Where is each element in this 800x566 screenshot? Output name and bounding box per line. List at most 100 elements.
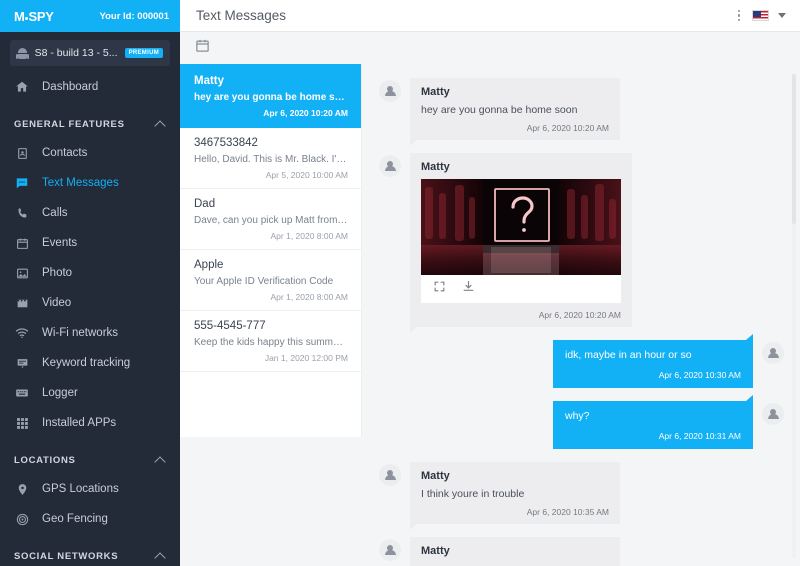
sidebar-item-label: Calls [42,207,68,219]
sidebar: S8 - build 13 - 5.... PREMIUM Dashboard … [0,32,180,566]
sidebar-item-video[interactable]: Video [0,288,180,318]
thread-preview: hey are you gonna be home soon [194,92,348,103]
thread-preview: Hello, David. This is Mr. Black. I've no… [194,154,348,165]
chevron-down-icon[interactable] [778,13,786,18]
user-avatar-icon [762,342,784,364]
user-avatar-icon [379,464,401,486]
scrollbar-thumb[interactable] [792,74,796,224]
calendar-icon[interactable] [195,38,210,58]
list-item[interactable]: Dad Dave, can you pick up Matt from scho… [180,189,361,250]
sidebar-item-keyword-tracking[interactable]: Keyword tracking [0,348,180,378]
premium-badge: PREMIUM [125,48,163,58]
content-toolbar [180,32,800,64]
list-item[interactable]: 3467533842 Hello, David. This is Mr. Bla… [180,128,361,189]
message-bubble-incoming[interactable]: Matty hey are you gonna be home soon Apr… [410,78,620,140]
map-pin-icon [14,481,30,497]
thread-time: Apr 1, 2020 8:00 AM [194,231,348,241]
sidebar-item-dashboard[interactable]: Dashboard [0,72,180,102]
chevron-up-icon[interactable] [154,552,165,563]
user-avatar-icon [379,80,401,102]
chevron-up-icon[interactable] [154,120,165,131]
wifi-icon [14,325,30,341]
page-title: Text Messages [196,8,286,23]
thread-preview: Your Apple ID Verification Code [194,276,348,287]
sidebar-item-label: Logger [42,387,78,399]
title-bar: Text Messages [180,0,800,32]
contacts-icon [14,145,30,161]
message-time: Apr 6, 2020 10:30 AM [565,370,741,380]
message-time: Apr 6, 2020 10:31 AM [565,431,741,441]
sidebar-item-logger[interactable]: Logger [0,378,180,408]
message-sender: Matty [421,86,609,98]
message-row: Matty [379,537,784,566]
vertical-dots-icon[interactable] [735,8,744,24]
mspy-logo[interactable]: MSPY [14,9,54,24]
sidebar-section-general-features[interactable]: GENERAL FEATURES [0,110,180,138]
message-bubble-outgoing[interactable]: why? Apr 6, 2020 10:31 AM [553,401,753,449]
mspy-app-window: MSPY Your Id: 000001 Text Messages S8 - … [0,0,800,566]
message-bubble-incoming[interactable]: Matty I think youre in trouble Apr 6, 20… [410,462,620,524]
photo-icon [14,265,30,281]
calendar-icon [14,235,30,251]
sidebar-item-label: Photo [42,267,72,279]
message-bubble-incoming-image[interactable]: Matty [410,153,632,327]
logo-text: SPY [29,9,54,24]
thread-name: Apple [194,259,348,271]
download-icon[interactable] [462,280,475,298]
user-avatar-icon [379,539,401,561]
chevron-up-icon[interactable] [154,456,165,467]
logo-dot-icon [25,17,28,20]
thread-list[interactable]: Matty hey are you gonna be home soon Apr… [180,64,362,437]
sidebar-item-label: Installed APPs [42,417,116,429]
thread-name: 3467533842 [194,137,348,149]
sidebar-item-gps-locations[interactable]: GPS Locations [0,474,180,504]
message-sender: Matty [421,161,621,173]
brand-bar: MSPY Your Id: 000001 [0,0,180,32]
message-bubble-incoming[interactable]: Matty [410,537,620,566]
thread-name: Matty [194,75,348,87]
sidebar-item-label: Keyword tracking [42,357,130,369]
thread-time: Apr 6, 2020 10:20 AM [194,108,348,118]
sidebar-item-label: GPS Locations [42,483,119,495]
image-actions [421,275,621,303]
video-icon [14,295,30,311]
message-row: idk, maybe in an hour or so Apr 6, 2020 … [379,340,784,388]
message-image[interactable] [421,179,621,275]
us-flag-icon[interactable] [752,10,769,21]
device-selector[interactable]: S8 - build 13 - 5.... PREMIUM [10,40,170,66]
user-id-label: Your Id: 000001 [99,11,169,22]
message-sender: Matty [421,545,609,557]
device-name-label: S8 - build 13 - 5.... [35,47,118,59]
target-icon [14,511,30,527]
android-icon [17,47,28,59]
keyboard-icon [14,385,30,401]
keyword-icon [14,355,30,371]
message-time: Apr 6, 2020 10:20 AM [421,123,609,133]
message-row: Matty hey are you gonna be home soon Apr… [379,78,784,140]
sidebar-item-wifi-networks[interactable]: Wi-Fi networks [0,318,180,348]
sidebar-item-contacts[interactable]: Contacts [0,138,180,168]
list-item[interactable]: Apple Your Apple ID Verification Code Ap… [180,250,361,311]
top-bar: MSPY Your Id: 000001 Text Messages [0,0,800,32]
list-item[interactable]: Matty hey are you gonna be home soon Apr… [180,64,361,128]
sidebar-item-label: Wi-Fi networks [42,327,118,339]
sidebar-section-social-networks[interactable]: SOCIAL NETWORKS [0,542,180,566]
sidebar-item-label: Text Messages [42,177,119,189]
sidebar-item-photo[interactable]: Photo [0,258,180,288]
sidebar-section-locations[interactable]: LOCATIONS [0,446,180,474]
chat-panel[interactable]: Matty hey are you gonna be home soon Apr… [363,64,800,566]
message-icon [14,175,30,191]
chat-scrollbar[interactable] [792,74,796,558]
list-item[interactable]: 555-4545-777 Keep the kids happy this su… [180,311,361,372]
sidebar-item-text-messages[interactable]: Text Messages [0,168,180,198]
thread-preview: Dave, can you pick up Matt from schoo... [194,215,348,226]
message-bubble-outgoing[interactable]: idk, maybe in an hour or so Apr 6, 2020 … [553,340,753,388]
sidebar-item-geo-fencing[interactable]: Geo Fencing [0,504,180,534]
home-icon [14,79,30,95]
sidebar-item-installed-apps[interactable]: Installed APPs [0,408,180,438]
message-text: idk, maybe in an hour or so [565,349,741,361]
sidebar-item-calls[interactable]: Calls [0,198,180,228]
sidebar-item-events[interactable]: Events [0,228,180,258]
section-title: LOCATIONS [14,455,76,466]
expand-icon[interactable] [433,280,446,298]
